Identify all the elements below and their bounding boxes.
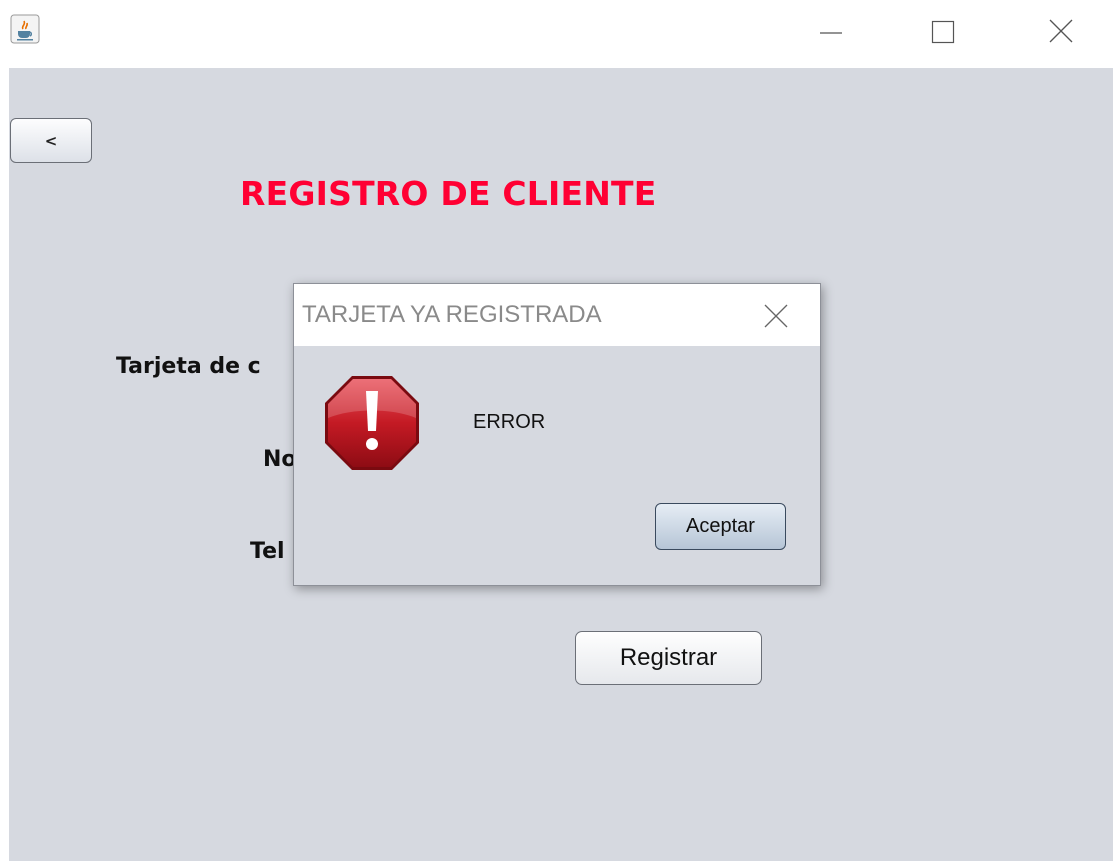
register-button[interactable]: Registrar <box>575 631 762 685</box>
accept-button[interactable]: Aceptar <box>655 503 786 550</box>
back-button[interactable]: < <box>10 118 92 163</box>
close-icon[interactable] <box>1036 8 1086 54</box>
maximize-icon[interactable] <box>918 8 968 54</box>
label-tarjeta: Tarjeta de c <box>116 354 261 379</box>
label-telefono: Tel <box>250 539 285 564</box>
error-stop-icon <box>322 373 422 473</box>
error-dialog: TARJETA YA REGISTRADA ERROR Aceptar <box>293 283 821 586</box>
dialog-close-icon[interactable] <box>756 296 796 336</box>
window-titlebar[interactable] <box>0 0 1113 68</box>
dialog-title: TARJETA YA REGISTRADA <box>302 301 602 328</box>
app-window: < REGISTRO DE CLIENTE Tarjeta de c No Te… <box>0 0 1113 861</box>
java-cup-icon[interactable] <box>10 14 40 44</box>
minimize-icon[interactable] <box>806 8 856 54</box>
dialog-message: ERROR <box>473 411 546 433</box>
dialog-titlebar[interactable]: TARJETA YA REGISTRADA <box>294 284 820 346</box>
label-nombre: No <box>263 447 297 472</box>
page-title: REGISTRO DE CLIENTE <box>240 174 657 213</box>
